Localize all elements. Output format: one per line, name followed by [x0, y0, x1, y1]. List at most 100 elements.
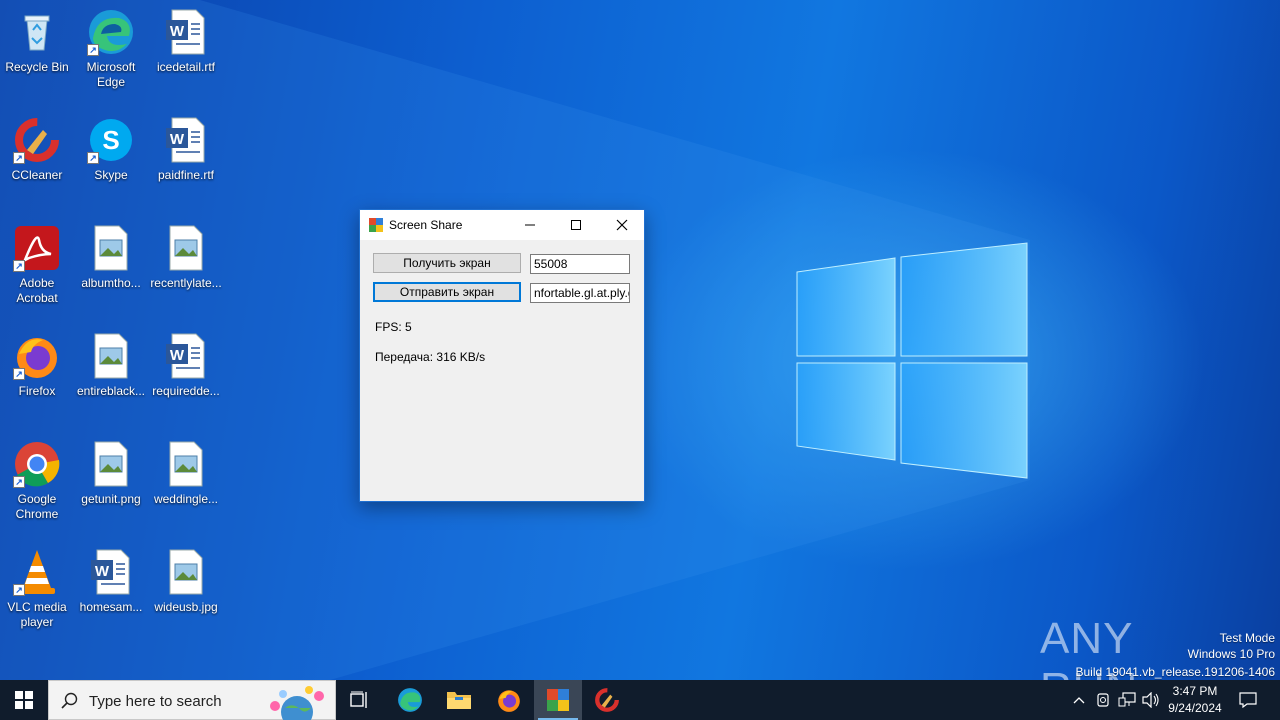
desktop-icon-label: Firefox [18, 384, 56, 398]
taskbar-ccleaner-button[interactable] [583, 680, 631, 720]
desktop-icon-label: Skype [94, 168, 128, 182]
desktop-icon-requiredde[interactable]: W requiredde... [150, 332, 222, 399]
build-text: Build 19041.vb_release.191206-1406 [1075, 665, 1276, 679]
desktop-icon-label: albumtho... [81, 276, 141, 290]
screen-share-window: Screen Share Получить экран 55008 Отправ… [359, 209, 645, 502]
desktop-icon-paidfine[interactable]: W paidfine.rtf [150, 116, 222, 183]
desktop-icon-homesam[interactable]: W homesam... [75, 548, 147, 615]
chrome-icon: ↗ [13, 440, 61, 488]
word-doc-icon: W [162, 8, 210, 56]
ccleaner-icon [595, 688, 619, 712]
windows-edition-text: Windows 10 Pro [1187, 647, 1275, 661]
taskbar-file-explorer-button[interactable] [435, 680, 483, 720]
desktop-icon-recycle-bin[interactable]: Recycle Bin [1, 8, 73, 75]
taskbar-screen-share-button[interactable] [534, 680, 582, 720]
close-button[interactable] [599, 210, 645, 240]
desktop-icon-label: recentlylate... [150, 276, 222, 290]
maximize-icon [571, 220, 581, 230]
image-file-icon [87, 332, 135, 380]
tray-network-button[interactable] [1116, 680, 1138, 720]
clock-time: 3:47 PM [1172, 684, 1218, 698]
image-file-icon [162, 440, 210, 488]
ccleaner-icon: ↗ [13, 116, 61, 164]
search-highlight-globe-icon [270, 686, 324, 720]
task-view-button[interactable] [336, 680, 384, 720]
desktop-icon-albumtho[interactable]: albumtho... [75, 224, 147, 291]
desktop-icon-skype[interactable]: S ↗ Skype [75, 116, 147, 183]
firefox-icon: ↗ [13, 332, 61, 380]
desktop-icon-vlc[interactable]: ↗ VLC media player [1, 548, 73, 630]
desktop-icon-getunit[interactable]: getunit.png [75, 440, 147, 507]
image-file-icon [162, 224, 210, 272]
desktop-icon-weddingle[interactable]: weddingle... [150, 440, 222, 507]
network-icon [1118, 692, 1136, 707]
search-icon [61, 692, 78, 709]
image-file-icon [87, 224, 135, 272]
taskbar-clock[interactable]: 3:47 PM 9/24/2024 [1162, 683, 1228, 717]
desktop-icon-microsoft-edge[interactable]: ↗ Microsoft Edge [75, 8, 147, 90]
device-icon [1097, 693, 1109, 707]
desktop-icon-label: Microsoft Edge [86, 60, 136, 89]
edge-icon: ↗ [87, 8, 135, 56]
desktop-icon-firefox[interactable]: ↗ Firefox [1, 332, 73, 399]
svg-text:S: S [102, 125, 119, 155]
acrobat-icon: ↗ [13, 224, 61, 272]
word-doc-icon: W [162, 332, 210, 380]
taskbar-firefox-button[interactable] [485, 680, 533, 720]
send-screen-button[interactable]: Отправить экран [373, 282, 521, 302]
firefox-icon [498, 690, 520, 712]
desktop-icon-ccleaner[interactable]: ↗ CCleaner [1, 116, 73, 183]
get-screen-button[interactable]: Получить экран [373, 253, 521, 273]
start-button[interactable] [0, 680, 48, 720]
taskbar-search-box[interactable]: Type here to search [48, 680, 336, 720]
image-file-icon [162, 548, 210, 596]
desktop-icon-recentlylate[interactable]: recentlylate... [150, 224, 222, 291]
recycle-bin-icon [13, 8, 61, 56]
minimize-icon [525, 224, 535, 226]
tray-device-button[interactable] [1092, 680, 1114, 720]
word-doc-icon: W [162, 116, 210, 164]
app-icon [369, 218, 383, 232]
edge-icon [398, 688, 422, 712]
desktop-icon-entireblack[interactable]: entireblack... [75, 332, 147, 399]
desktop-icon-label: Recycle Bin [5, 60, 69, 74]
desktop-icon-label: paidfine.rtf [157, 168, 215, 182]
folder-icon [447, 692, 471, 709]
desktop-icon-label: wideusb.jpg [154, 600, 218, 614]
desktop-icon-label: CCleaner [11, 168, 63, 182]
window-title: Screen Share [389, 218, 463, 232]
desktop-icon-label: weddingle... [153, 492, 219, 506]
window-titlebar[interactable]: Screen Share [360, 210, 644, 240]
desktop-icon-wideusb[interactable]: wideusb.jpg [150, 548, 222, 615]
tray-volume-button[interactable] [1140, 680, 1162, 720]
desktop-icon-label: VLC media player [7, 600, 67, 629]
desktop-icon-adobe-acrobat[interactable]: ↗ Adobe Acrobat [1, 224, 73, 306]
svg-text:W: W [170, 23, 185, 40]
desktop-background: Recycle Bin ↗ CCleaner ↗ Adobe Acrobat ↗… [0, 0, 1280, 680]
action-center-button[interactable] [1232, 680, 1264, 720]
volume-icon [1142, 692, 1159, 708]
windows-start-icon [15, 691, 33, 709]
show-hidden-icons-button[interactable] [1068, 680, 1090, 720]
clock-date: 9/24/2024 [1168, 701, 1222, 715]
minimize-button[interactable] [507, 210, 553, 240]
word-doc-icon: W [87, 548, 135, 596]
skype-icon: S ↗ [87, 116, 135, 164]
port-input[interactable]: 55008 [530, 254, 630, 274]
taskbar: Type here to search 3:47 PM 9/24/2024 [0, 680, 1280, 720]
taskbar-edge-button[interactable] [386, 680, 434, 720]
search-placeholder: Type here to search [89, 693, 222, 710]
desktop-icon-label: icedetail.rtf [156, 60, 216, 74]
desktop-icon-label: entireblack... [76, 384, 146, 398]
task-view-icon [350, 691, 367, 708]
notification-icon [1239, 692, 1257, 708]
host-input[interactable]: nfortable.gl.at.ply.gg [530, 283, 630, 303]
desktop-icon-google-chrome[interactable]: ↗ Google Chrome [1, 440, 73, 522]
maximize-button[interactable] [553, 210, 599, 240]
close-icon [616, 219, 628, 231]
vlc-icon: ↗ [13, 548, 61, 596]
desktop-icon-icedetail[interactable]: W icedetail.rtf [150, 8, 222, 75]
svg-text:W: W [95, 563, 110, 580]
image-file-icon [87, 440, 135, 488]
svg-text:W: W [170, 131, 185, 148]
